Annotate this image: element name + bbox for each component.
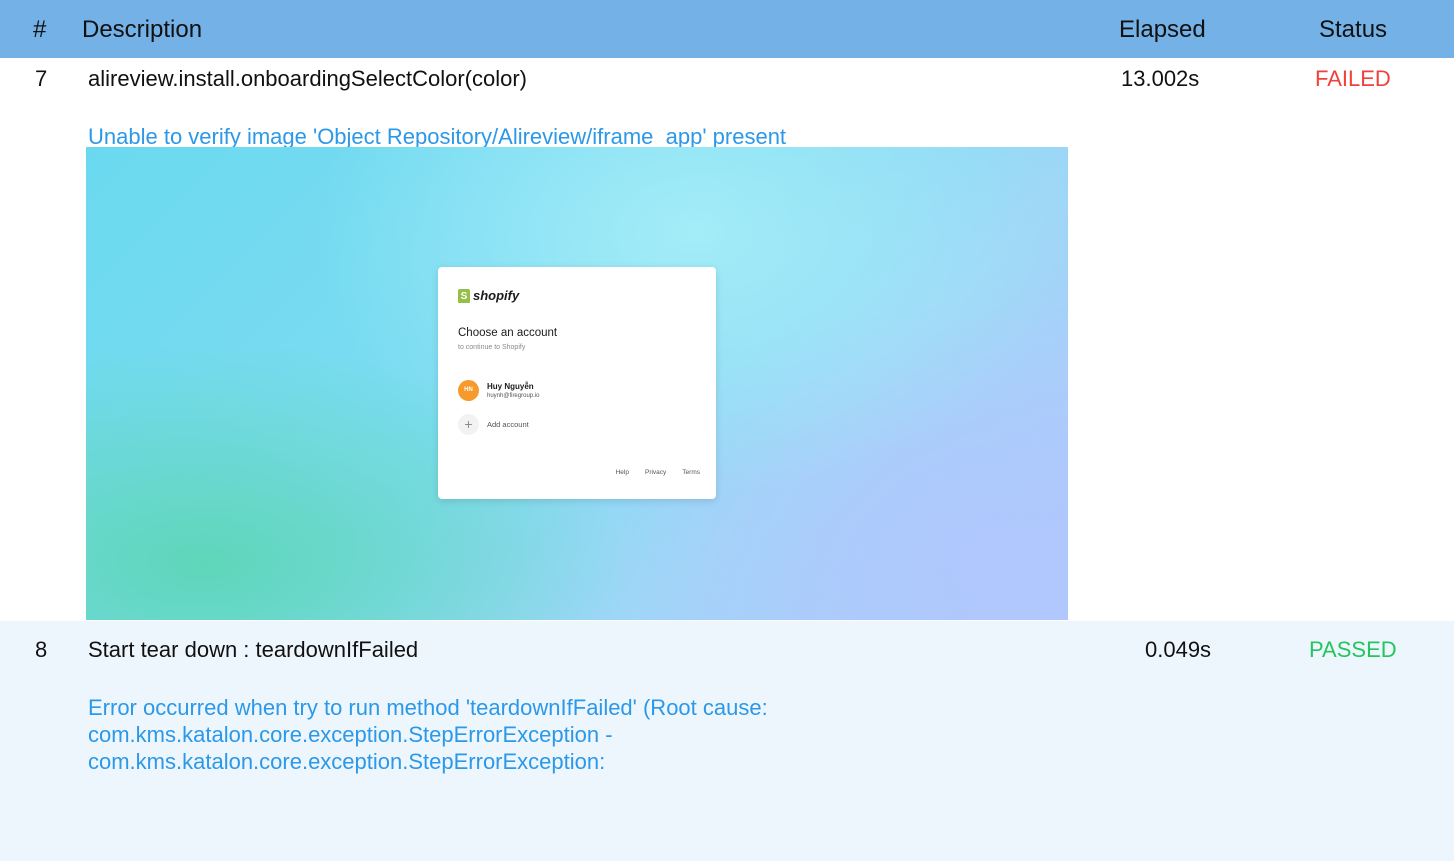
table-header: # Description Elapsed Status: [0, 0, 1454, 58]
row-elapsed: 13.002s: [1121, 66, 1200, 91]
table-row: 8 Start tear down : teardownIfFailed 0.0…: [0, 621, 1454, 861]
help-link[interactable]: Help: [616, 469, 629, 476]
shopify-logo: S shopify: [458, 288, 519, 303]
row-num: 7: [35, 66, 48, 91]
error-message: Error occurred when try to run method 't…: [88, 694, 888, 775]
error-message-line: com.kms.katalon.core.exception.StepError…: [88, 749, 606, 774]
header-status: Status: [1319, 16, 1388, 43]
row-description: Start tear down : teardownIfFailed: [88, 637, 419, 662]
status-badge: FAILED: [1315, 66, 1391, 91]
terms-link[interactable]: Terms: [682, 469, 700, 476]
account-name: Huy Nguyễn: [487, 381, 534, 391]
shopify-bag-icon: S: [458, 288, 470, 303]
card-title: Choose an account: [458, 327, 558, 339]
account-item[interactable]: HN Huy Nguyễn huynh@firegroup.io: [458, 380, 539, 401]
plus-icon: +: [458, 414, 479, 435]
row-num: 8: [35, 637, 48, 662]
error-message-line: com.kms.katalon.core.exception.StepError…: [88, 722, 613, 747]
error-message: Unable to verify image 'Object Repositor…: [88, 126, 787, 148]
add-account-button[interactable]: + Add account: [458, 414, 529, 435]
failure-screenshot[interactable]: S shopify Choose an account to continue …: [86, 147, 1068, 620]
footer-links: Help Privacy Terms: [616, 469, 700, 476]
header-description: Description: [82, 16, 203, 43]
account-chooser-card: S shopify Choose an account to continue …: [438, 267, 716, 499]
account-email: huynh@firegroup.io: [487, 392, 540, 399]
error-message-line: Error occurred when try to run method 't…: [88, 695, 768, 720]
avatar: HN: [458, 380, 479, 401]
table-row: 7 alireview.install.onboardingSelectColo…: [0, 58, 1454, 621]
header-num: #: [33, 16, 47, 43]
status-badge: PASSED: [1309, 637, 1397, 662]
card-subtitle: to continue to Shopify: [458, 344, 526, 351]
row-elapsed: 0.049s: [1145, 637, 1212, 662]
row-description: alireview.install.onboardingSelectColor(…: [88, 66, 527, 91]
shopify-wordmark: shopify: [473, 288, 520, 303]
header-elapsed: Elapsed: [1119, 16, 1206, 43]
privacy-link[interactable]: Privacy: [645, 469, 666, 476]
add-account-label: Add account: [487, 420, 529, 429]
